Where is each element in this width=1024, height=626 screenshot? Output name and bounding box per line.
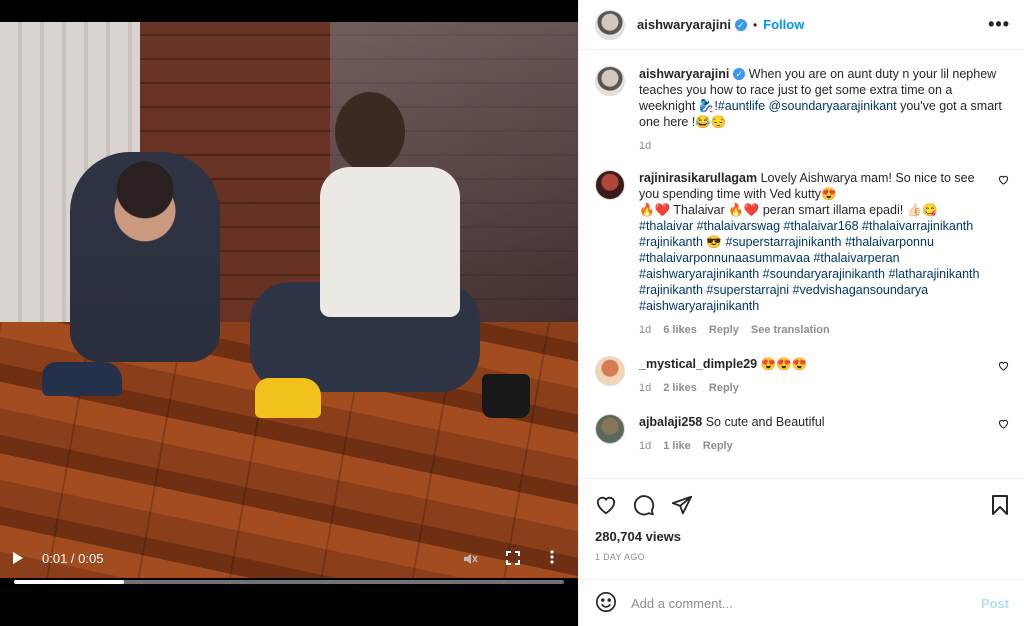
header-username[interactable]: aishwaryarajini	[637, 17, 731, 32]
fullscreen-icon[interactable]	[506, 551, 520, 568]
hashtag-link[interactable]: #auntlife	[718, 99, 765, 113]
add-comment-bar: Post	[579, 579, 1024, 626]
comment-age: 1d	[639, 324, 652, 336]
comment-text: 😍😍😍	[757, 357, 808, 371]
reply-button[interactable]: Reply	[703, 438, 733, 454]
boy-figure	[70, 152, 220, 362]
emoji-icon[interactable]	[595, 591, 617, 616]
reply-button[interactable]: Reply	[709, 380, 739, 396]
more-options-icon[interactable]: •••	[988, 14, 1010, 35]
comment-hashtags[interactable]: #thalaivar #thalaivarswag #thalaivar168 …	[639, 219, 980, 313]
like-comment-icon[interactable]	[991, 174, 1009, 338]
woman-figure	[250, 92, 550, 422]
caption-age: 1d	[639, 140, 652, 152]
verified-badge-icon: ✓	[734, 18, 747, 31]
post-button[interactable]: Post	[981, 596, 1009, 611]
comment: rajinirasikarullagam Lovely Aishwarya ma…	[579, 170, 1024, 338]
verified-badge-icon: ✓	[733, 68, 746, 80]
add-comment-input[interactable]	[631, 595, 981, 611]
caption: aishwaryarajini ✓ When you are on aunt du…	[579, 51, 1024, 154]
mute-icon[interactable]	[462, 551, 478, 570]
video-frame	[0, 22, 578, 578]
comment-username[interactable]: ajbalaji258	[639, 415, 702, 429]
like-icon[interactable]	[595, 495, 617, 515]
caption-username[interactable]: aishwaryarajini	[639, 67, 729, 81]
instagram-post-modal: 0:01 / 0:05 aishwaryarajini ✓ • Follow •…	[0, 0, 1024, 626]
video-progress-fill	[14, 580, 124, 584]
comment-likes[interactable]: 1 like	[663, 438, 691, 454]
video-controls: 0:01 / 0:05	[0, 540, 578, 580]
comments-feed[interactable]: aishwaryarajini ✓ When you are on aunt du…	[579, 51, 1024, 478]
comment-username[interactable]: _mystical_dimple29	[639, 357, 757, 371]
post-side-panel: aishwaryarajini ✓ • Follow ••• aishwarya…	[578, 0, 1024, 626]
like-comment-icon[interactable]	[991, 360, 1009, 396]
view-count[interactable]: 280,704 views	[595, 529, 1009, 544]
save-icon[interactable]	[991, 494, 1009, 516]
avatar[interactable]	[595, 414, 625, 444]
comment-likes[interactable]: 2 likes	[663, 380, 697, 396]
reply-button[interactable]: Reply	[709, 322, 739, 338]
like-comment-icon[interactable]	[991, 418, 1009, 454]
comment: _mystical_dimple29 😍😍😍 1d 2 likes Reply	[579, 356, 1024, 396]
video-progress-bar[interactable]	[14, 580, 564, 584]
comment-age: 1d	[639, 440, 652, 452]
more-vertical-icon[interactable]	[550, 550, 554, 567]
avatar[interactable]	[595, 9, 625, 40]
comment-username[interactable]: rajinirasikarullagam	[639, 171, 757, 185]
post-header: aishwaryarajini ✓ • Follow •••	[579, 0, 1024, 50]
comment: ajbalaji258 So cute and Beautiful 1d 1 l…	[579, 414, 1024, 454]
black-mug	[482, 374, 530, 418]
video-player[interactable]: 0:01 / 0:05	[0, 0, 578, 626]
blue-toy-car	[42, 362, 122, 396]
separator-dot: •	[752, 17, 758, 32]
avatar[interactable]	[595, 170, 625, 200]
comment-text: 🔥❤️ Thalaivar 🔥❤️ peran smart illama epa…	[639, 203, 938, 217]
comment-likes[interactable]: 6 likes	[663, 322, 697, 338]
play-icon[interactable]	[12, 551, 24, 568]
avatar[interactable]	[595, 66, 625, 96]
avatar[interactable]	[595, 356, 625, 386]
follow-button[interactable]: Follow	[763, 17, 804, 32]
comment-age: 1d	[639, 382, 652, 394]
comment-text: So cute and Beautiful	[702, 415, 825, 429]
mention-link[interactable]: @soundaryaarajinikant	[769, 99, 897, 113]
see-translation-button[interactable]: See translation	[751, 322, 830, 338]
video-time: 0:01 / 0:05	[42, 551, 104, 566]
comment-icon[interactable]	[633, 494, 655, 516]
yellow-toy-car	[255, 378, 321, 418]
share-icon[interactable]	[671, 494, 693, 516]
post-time: 1 DAY AGO	[595, 552, 645, 562]
post-actions: 280,704 views 1 DAY AGO	[579, 478, 1024, 562]
